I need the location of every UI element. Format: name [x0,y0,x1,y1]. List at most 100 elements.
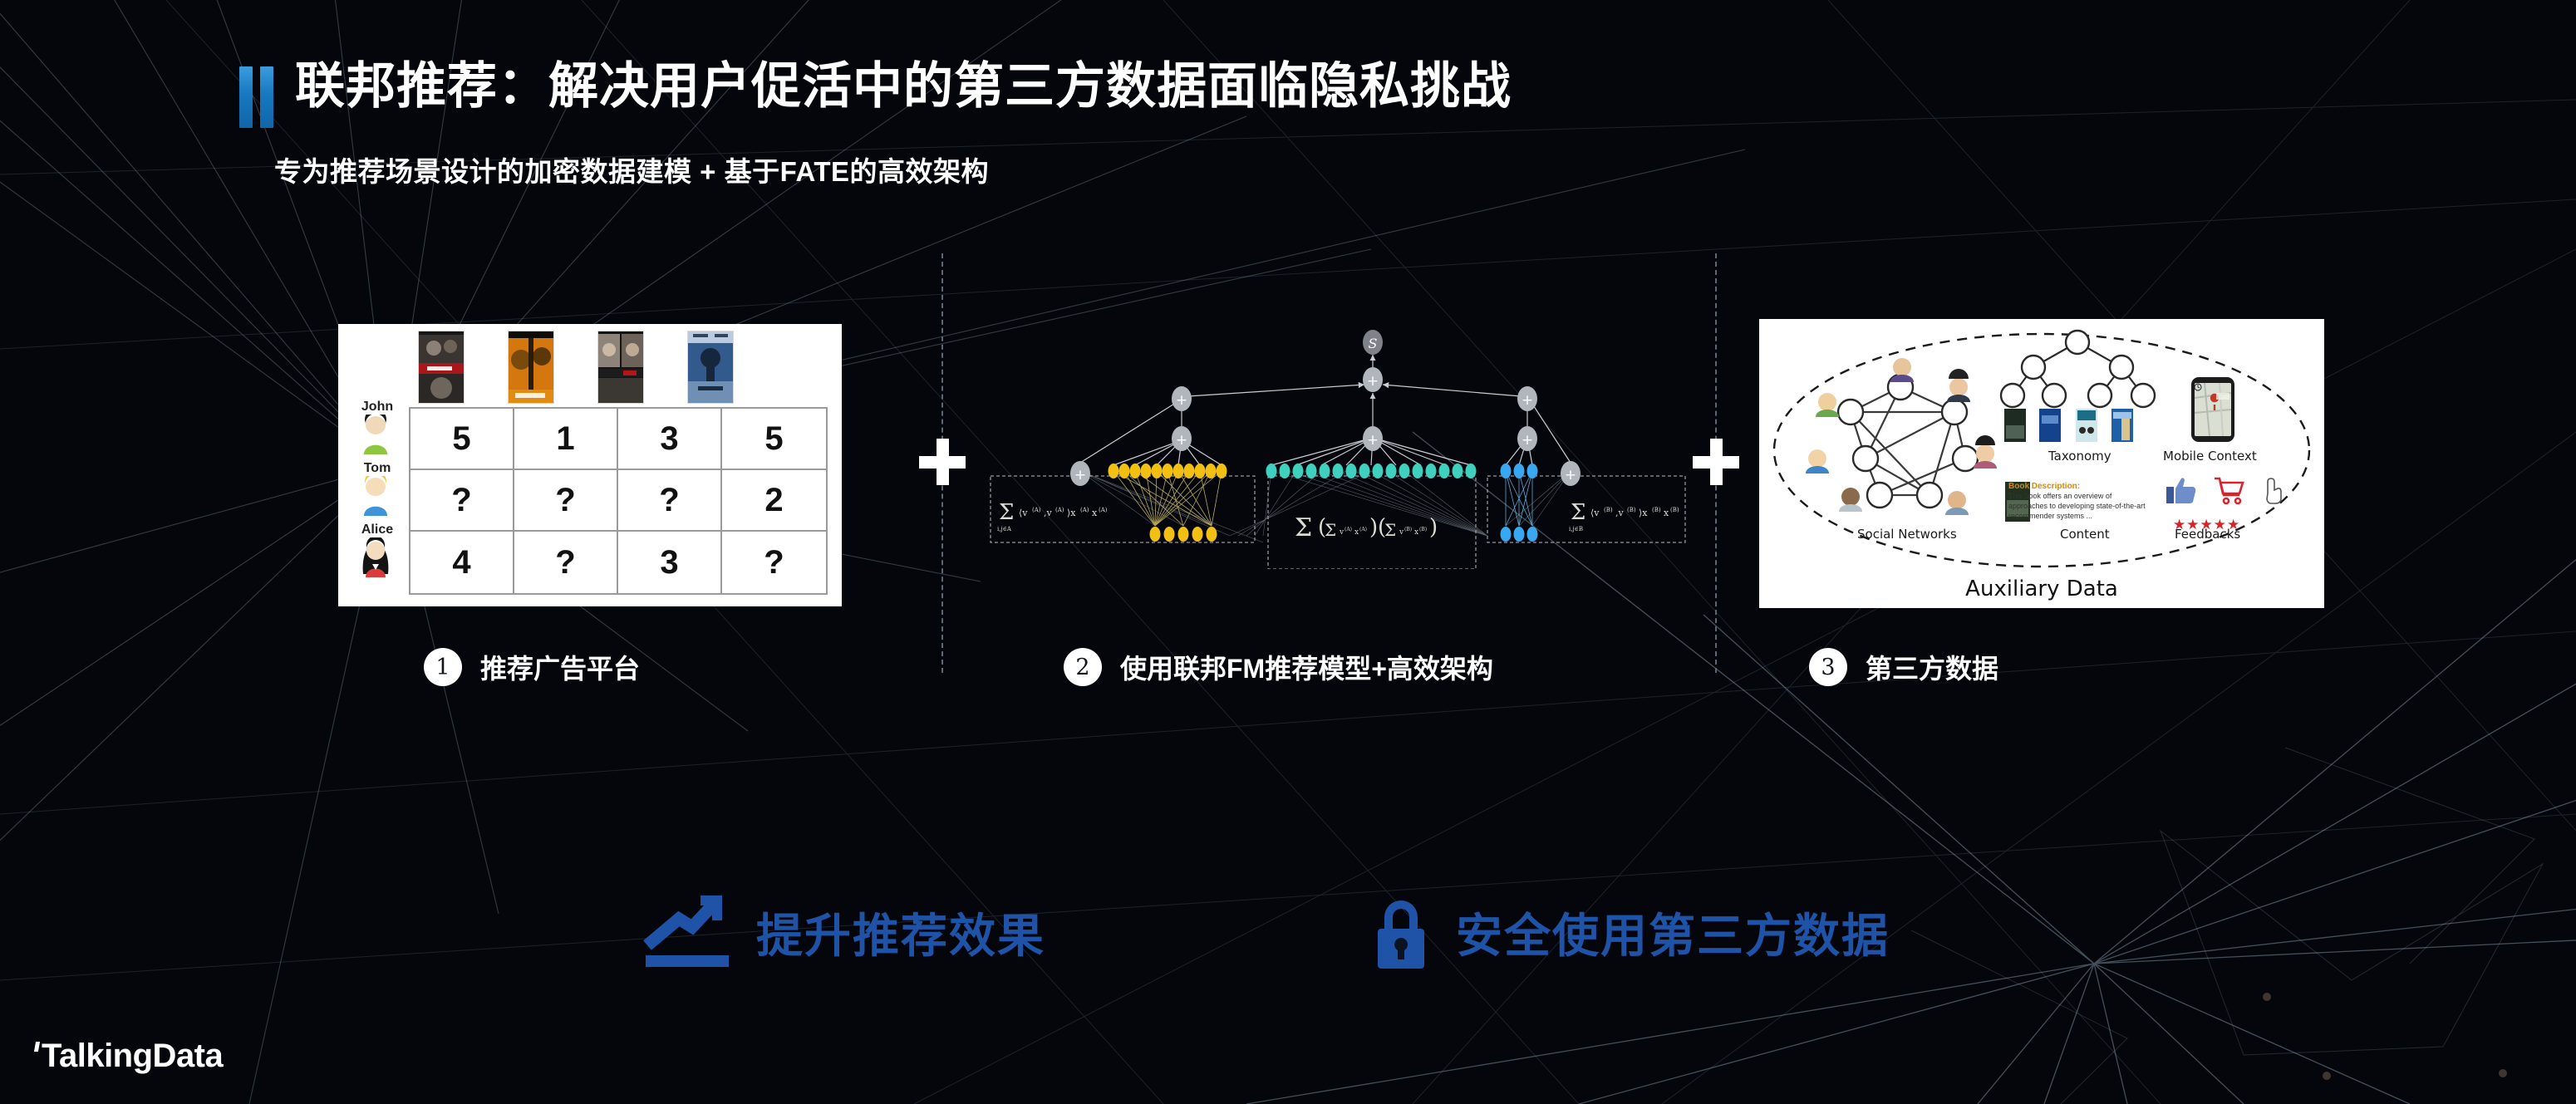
avatar [356,471,395,516]
auxiliary-data-title: Auxiliary Data [1965,577,2118,601]
benefit-label: 安全使用第三方数据 [1456,909,1890,962]
svg-text:(A): (A) [1080,507,1089,513]
plus-separator-2 [1693,439,1739,485]
svg-text:⟩x: ⟩x [1067,508,1076,518]
rating-cell: ? [764,543,784,581]
page-title: 联邦推荐：解决用户促活中的第三方数据面临隐私挑战 [295,58,1512,114]
logo-tick-icon [33,1042,41,1052]
party-a-input-units [1149,527,1217,542]
rating-cell: 3 [618,409,722,470]
svg-text:x: x [1664,508,1669,518]
book-description-heading: Book Description: [2008,482,2081,491]
svg-text:(B): (B) [1670,507,1679,513]
svg-text:,v: ,v [1044,508,1052,518]
title-block: 联邦推荐：解决用户促活中的第三方数据面临隐私挑战 专为推荐场景设计的加密数据建模… [239,60,1512,189]
svg-text:⟨v: ⟨v [1019,508,1028,518]
svg-text:v: v [1399,528,1404,537]
step-label: 使用联邦FM推荐模型+高效架构 [1120,654,1493,684]
movie-poster [418,331,465,404]
rating-cell: ? [514,470,618,532]
step-number: 2 [1064,648,1102,686]
formula-party-a: Σ [999,500,1014,525]
benefit-label: 提升推荐效果 [756,909,1045,962]
movie-poster-row [418,331,734,404]
logo-text: TalkingData [42,1038,224,1074]
svg-text:): ) [1369,515,1378,540]
movie-poster [597,331,644,404]
step-caption-3: 3 第三方数据 [1809,648,1998,686]
rating-cell: 3 [618,532,722,593]
step-caption-2: 2 使用联邦FM推荐模型+高效架构 [1064,648,1493,686]
book-description-body: This book offers an overview of approach… [2008,492,2146,521]
step-label: 推荐广告平台 [480,654,641,684]
user-row: Alice [343,523,408,585]
rating-cell: 1 [514,409,618,470]
svg-text:+: + [1367,373,1379,390]
trend-up-icon [642,889,733,975]
benefit-item-2: 安全使用第三方数据 [1369,889,1890,975]
label-mobile-context: Mobile Context [2163,449,2257,464]
rating-cell: 2 [722,470,826,532]
svg-text:): ) [1429,515,1438,540]
user-column: John Tom Alice [343,400,408,585]
svg-text:+: + [1522,432,1533,449]
rating-cell: 5 [722,409,826,470]
rating-cell: ? [514,532,618,593]
talkingdata-logo: TalkingData [33,1038,224,1075]
taxonomy-nodes [1999,329,2156,409]
avatar [356,536,395,577]
label-taxonomy: Taxonomy [2048,449,2111,464]
book-description: Book Description: This book offers an ov… [2008,482,2148,521]
rating-cell: ? [618,470,722,532]
svg-text:(A): (A) [1032,507,1041,513]
party-b-input-units [1500,527,1538,542]
pointer-hand-icon [2266,478,2282,504]
formula-party-b: Σ [1571,500,1585,525]
svg-text:⟩x: ⟩x [1639,508,1648,518]
svg-text:,v: ,v [1615,508,1624,518]
svg-text:x: x [1092,508,1098,518]
user-name: Tom [363,461,391,475]
page-subtitle: 专为推荐场景设计的加密数据建模 + 基于FATE的高效架构 [274,156,989,187]
svg-text:Σ: Σ [1325,520,1336,540]
svg-text:(A): (A) [1055,507,1064,513]
svg-text:v: v [1339,528,1345,537]
user-row: Tom [343,462,408,523]
svg-text:⟨v: ⟨v [1590,508,1600,518]
shopping-cart-icon [2215,477,2244,505]
user-name: Alice [361,523,394,537]
party-a-units [1108,464,1227,478]
svg-text:(B): (B) [1652,507,1661,513]
user-name: John [361,400,394,414]
party-b-units [1500,464,1538,478]
title-accent-bars [239,66,273,128]
lock-icon [1369,889,1433,975]
auxiliary-data-panel: Social Networks Taxonomy Mobile Context … [1759,319,2324,608]
rating-cell: 5 [410,409,514,470]
step-caption-1: 1 推荐广告平台 [424,648,640,686]
svg-text:Σ: Σ [1384,520,1396,540]
movie-poster [687,331,734,404]
svg-text:(B): (B) [1404,527,1412,532]
svg-text:+: + [1367,432,1379,449]
user-row: John [343,400,408,462]
rating-grid: 5 1 3 5 ? ? ? 2 4 ? 3 ? [409,407,828,595]
label-social-networks: Social Networks [1857,527,1957,542]
svg-text:x: x [1414,528,1418,537]
svg-text:(B): (B) [1604,507,1613,513]
thumbs-up-icon [2166,478,2196,503]
step-number: 1 [424,648,462,686]
svg-text:+: + [1176,392,1187,409]
svg-text:S: S [1369,336,1378,351]
formula-shared: Σ [1295,513,1312,542]
rating-cell: 4 [410,532,514,593]
svg-text:(B): (B) [1627,507,1636,513]
svg-text:(A): (A) [1099,507,1108,513]
svg-text:(A): (A) [1345,527,1352,532]
step-label: 第三方数据 [1866,654,1999,684]
mobile-phone-icon [2191,377,2234,442]
benefit-item-1: 提升推荐效果 [642,889,1045,975]
svg-text:i,j∈B: i,j∈B [1569,526,1583,532]
rating-cell: ? [410,470,514,532]
svg-text:(A): (A) [1359,527,1367,532]
